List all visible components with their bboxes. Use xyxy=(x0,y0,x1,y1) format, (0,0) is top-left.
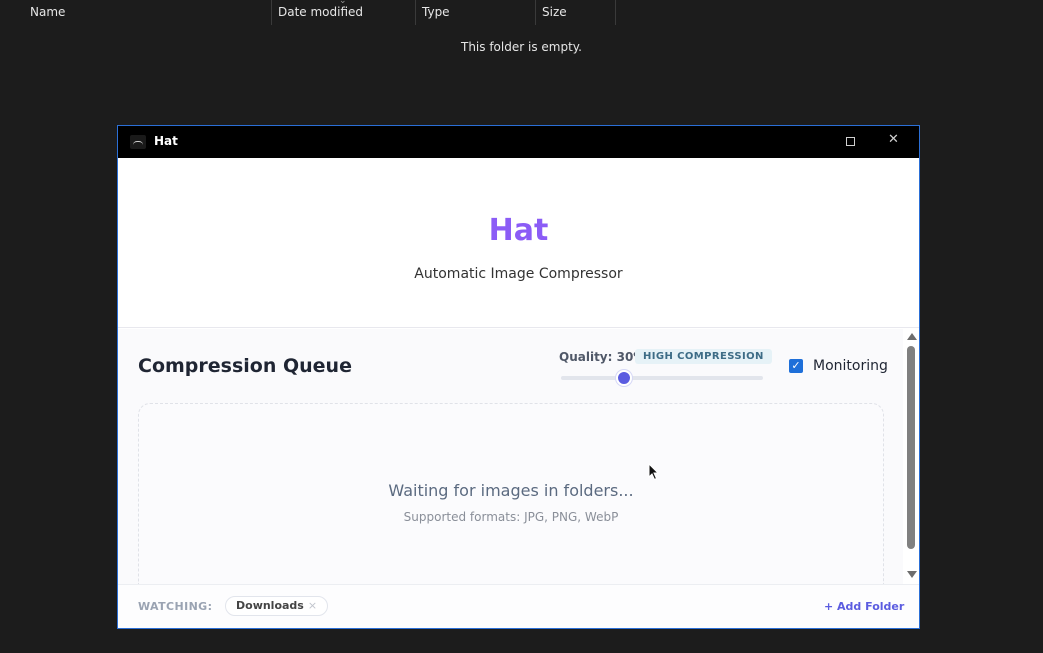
remove-folder-icon[interactable]: × xyxy=(308,599,317,612)
quality-badge: HIGH COMPRESSION xyxy=(635,349,772,364)
vertical-scrollbar[interactable] xyxy=(903,329,919,584)
folder-chip[interactable]: Downloads × xyxy=(225,596,329,616)
app-title: Hat xyxy=(488,213,549,248)
column-header-name[interactable]: Name xyxy=(30,0,65,25)
column-separator[interactable] xyxy=(615,0,616,25)
column-header-date-modified[interactable]: Date modified xyxy=(278,0,363,25)
hat-icon xyxy=(130,135,146,149)
drop-zone[interactable]: Waiting for images in folders... Support… xyxy=(138,403,884,584)
scroll-thumb[interactable] xyxy=(907,346,915,549)
monitoring-label[interactable]: Monitoring xyxy=(813,358,888,374)
scroll-up-arrow-icon[interactable] xyxy=(907,333,917,340)
scroll-down-arrow-icon[interactable] xyxy=(907,571,917,578)
close-icon[interactable]: ✕ xyxy=(888,132,899,147)
quality-label: Quality: 30% xyxy=(559,350,646,364)
supported-formats-text: Supported formats: JPG, PNG, WebP xyxy=(403,510,619,524)
window-title: Hat xyxy=(154,134,178,148)
watching-label: WATCHING: xyxy=(138,600,213,613)
compression-queue-panel: Compression Queue Quality: 30% HIGH COMP… xyxy=(118,329,903,584)
quality-slider-track[interactable] xyxy=(561,376,763,380)
empty-queue-message: Waiting for images in folders... xyxy=(388,481,634,500)
empty-folder-message: This folder is empty. xyxy=(461,40,582,54)
app-subtitle: Automatic Image Compressor xyxy=(414,266,623,282)
column-header-size[interactable]: Size xyxy=(542,0,567,25)
folder-chip-label: Downloads xyxy=(236,599,304,612)
monitoring-checkbox[interactable]: ✓ xyxy=(789,359,803,373)
column-separator[interactable] xyxy=(415,0,416,25)
column-separator[interactable] xyxy=(535,0,536,25)
add-folder-button[interactable]: + Add Folder xyxy=(824,600,904,613)
title-bar[interactable]: Hat ✕ xyxy=(118,126,919,158)
hero-header: Hat Automatic Image Compressor xyxy=(118,158,919,328)
quality-slider-thumb[interactable] xyxy=(616,370,632,386)
mouse-cursor-icon xyxy=(648,463,660,481)
watching-footer: WATCHING: Downloads × + Add Folder xyxy=(118,584,919,628)
column-separator[interactable] xyxy=(271,0,272,25)
hat-window: Hat ✕ Hat Automatic Image Compressor Com… xyxy=(117,125,920,629)
maximize-icon[interactable] xyxy=(846,137,855,146)
queue-title: Compression Queue xyxy=(138,355,352,377)
column-header-type[interactable]: Type xyxy=(422,0,450,25)
